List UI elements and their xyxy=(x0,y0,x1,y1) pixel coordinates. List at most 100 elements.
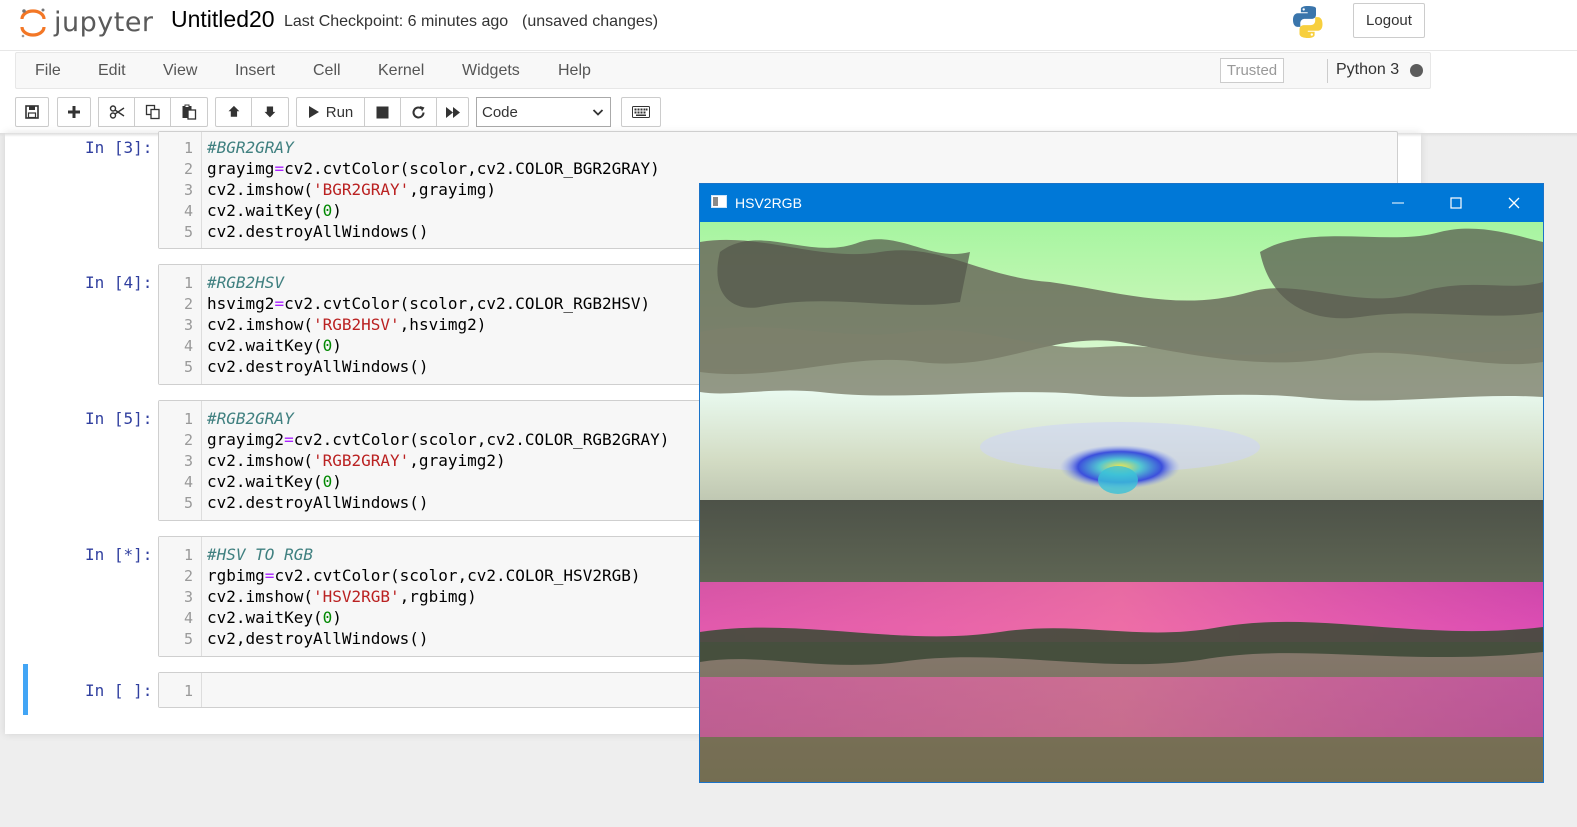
close-button[interactable] xyxy=(1485,184,1543,222)
save-icon xyxy=(25,105,39,119)
code-token: cv2.cvtColor(scolor,cv2.COLOR_RGB2GRAY) xyxy=(293,430,670,449)
jupyter-logo[interactable]: jupyter xyxy=(18,5,154,39)
trusted-indicator[interactable]: Trusted xyxy=(1220,58,1284,83)
logo-text: jupyter xyxy=(54,6,154,38)
paste-button[interactable] xyxy=(170,97,208,127)
minimize-button[interactable] xyxy=(1369,184,1427,222)
line-number: 3 xyxy=(183,452,193,470)
logout-button[interactable]: Logout xyxy=(1353,3,1425,38)
cell-prompt: In [3]: xyxy=(85,138,153,157)
code-token: cv2.destroyAllWindows() xyxy=(207,357,429,376)
hsv2rgb-window[interactable]: HSV2RGB xyxy=(699,183,1544,783)
code-token: cv2,destroyAllWindows() xyxy=(207,629,429,648)
python-logo-icon xyxy=(1289,3,1327,41)
line-number: 1 xyxy=(183,139,193,157)
save-button[interactable] xyxy=(15,97,49,127)
interrupt-button[interactable] xyxy=(364,97,401,127)
code-token: cv2.imshow( xyxy=(207,180,313,199)
code-token: cv2.cvtColor(scolor,cv2.COLOR_BGR2GRAY) xyxy=(284,159,660,178)
move-up-button[interactable] xyxy=(215,97,252,127)
kernel-separator xyxy=(1327,59,1328,83)
cell-type-select[interactable]: Code xyxy=(476,97,611,127)
chevron-down-icon xyxy=(592,109,604,116)
code-token: cv2.waitKey( xyxy=(207,608,323,627)
line-number: 2 xyxy=(183,160,193,178)
code-token: 0 xyxy=(322,336,333,355)
window-title: HSV2RGB xyxy=(735,195,802,211)
menu-file[interactable]: File xyxy=(35,62,61,80)
menu-cell[interactable]: Cell xyxy=(313,62,341,80)
code-token: cv2.destroyAllWindows() xyxy=(207,493,429,512)
code-token: 'RGB2HSV' xyxy=(312,315,400,334)
code-line: cv2.imshow('RGB2HSV',hsvimg2) xyxy=(207,315,486,334)
menu-kernel[interactable]: Kernel xyxy=(378,62,424,80)
line-number: 5 xyxy=(183,630,193,648)
copy-button[interactable] xyxy=(134,97,171,127)
code-line: hsvimg2=cv2.cvtColor(scolor,cv2.COLOR_RG… xyxy=(207,294,650,313)
restart-run-all-button[interactable] xyxy=(436,97,469,127)
code-line: #RGB2HSV xyxy=(207,273,284,292)
code-line: cv2.waitKey(0) xyxy=(207,472,342,491)
code-token: cv2.waitKey( xyxy=(207,336,323,355)
line-number: 4 xyxy=(183,609,193,627)
cut-button[interactable] xyxy=(98,97,135,127)
insert-cell-button[interactable] xyxy=(57,97,91,127)
cell-prompt: In [*]: xyxy=(85,545,153,564)
cell-prompt: In [4]: xyxy=(85,273,153,292)
menu-widgets[interactable]: Widgets xyxy=(462,62,520,80)
kernel-name[interactable]: Python 3 xyxy=(1336,61,1399,79)
menu-edit[interactable]: Edit xyxy=(98,62,126,80)
code-token: ) xyxy=(332,201,342,220)
code-token: grayimg2 xyxy=(207,430,285,449)
line-number: 4 xyxy=(183,473,193,491)
active-cell-indicator xyxy=(23,664,28,715)
line-number: 4 xyxy=(183,202,193,220)
line-number: 3 xyxy=(183,588,193,606)
restart-button[interactable] xyxy=(400,97,437,127)
line-number-gutter: 1 xyxy=(159,673,202,707)
code-token: ,grayimg) xyxy=(409,180,496,199)
code-line: cv2.imshow('RGB2GRAY',grayimg2) xyxy=(207,451,506,470)
code-token: hsvimg2 xyxy=(207,294,275,313)
code-token: cv2.destroyAllWindows() xyxy=(207,222,429,241)
code-token: = xyxy=(264,566,275,585)
plus-icon xyxy=(68,106,80,118)
code-line: cv2.imshow('HSV2RGB',rgbimg) xyxy=(207,587,477,606)
jupyter-logo-icon xyxy=(18,7,48,38)
code-token: ) xyxy=(332,472,342,491)
code-line: #HSV TO RGB xyxy=(207,545,313,564)
line-number: 2 xyxy=(183,295,193,313)
stop-icon xyxy=(376,106,389,118)
maximize-button[interactable] xyxy=(1427,184,1485,222)
line-number: 2 xyxy=(183,431,193,449)
code-token: grayimg xyxy=(207,159,275,178)
line-number-gutter: 1 2 3 4 5 xyxy=(159,132,202,248)
code-token: = xyxy=(284,430,294,449)
code-token: 0 xyxy=(322,608,333,627)
code-token: cv2.cvtColor(scolor,cv2.COLOR_RGB2HSV) xyxy=(284,294,651,313)
code-token: cv2.imshow( xyxy=(207,587,313,606)
move-down-button[interactable] xyxy=(251,97,289,127)
code-token: cv2.imshow( xyxy=(207,315,313,334)
menu-insert[interactable]: Insert xyxy=(235,62,275,80)
header-divider xyxy=(0,50,1577,51)
line-number: 5 xyxy=(183,358,193,376)
code-token: 'HSV2RGB' xyxy=(312,587,400,606)
notebook-name[interactable]: Untitled20 xyxy=(171,6,275,33)
menu-view[interactable]: View xyxy=(163,62,197,80)
run-button[interactable]: Run xyxy=(296,97,365,127)
window-titlebar[interactable]: HSV2RGB xyxy=(700,184,1543,222)
command-palette-button[interactable] xyxy=(621,97,661,127)
menu-help[interactable]: Help xyxy=(558,62,591,80)
code-token: cv2.cvtColor(scolor,cv2.COLOR_HSV2RGB) xyxy=(274,566,641,585)
run-label: Run xyxy=(325,103,354,121)
cut-icon xyxy=(109,105,124,119)
jupyter-header: jupyter Untitled20 Last Checkpoint: 6 mi… xyxy=(0,0,1577,133)
code-token: #BGR2GRAY xyxy=(207,138,294,157)
kernel-busy-indicator xyxy=(1410,64,1423,77)
code-line: grayimg2=cv2.cvtColor(scolor,cv2.COLOR_R… xyxy=(207,430,669,449)
run-icon xyxy=(308,106,319,118)
fast-forward-icon xyxy=(445,106,460,118)
restart-icon xyxy=(412,105,425,118)
cell-prompt: In [ ]: xyxy=(85,681,153,700)
